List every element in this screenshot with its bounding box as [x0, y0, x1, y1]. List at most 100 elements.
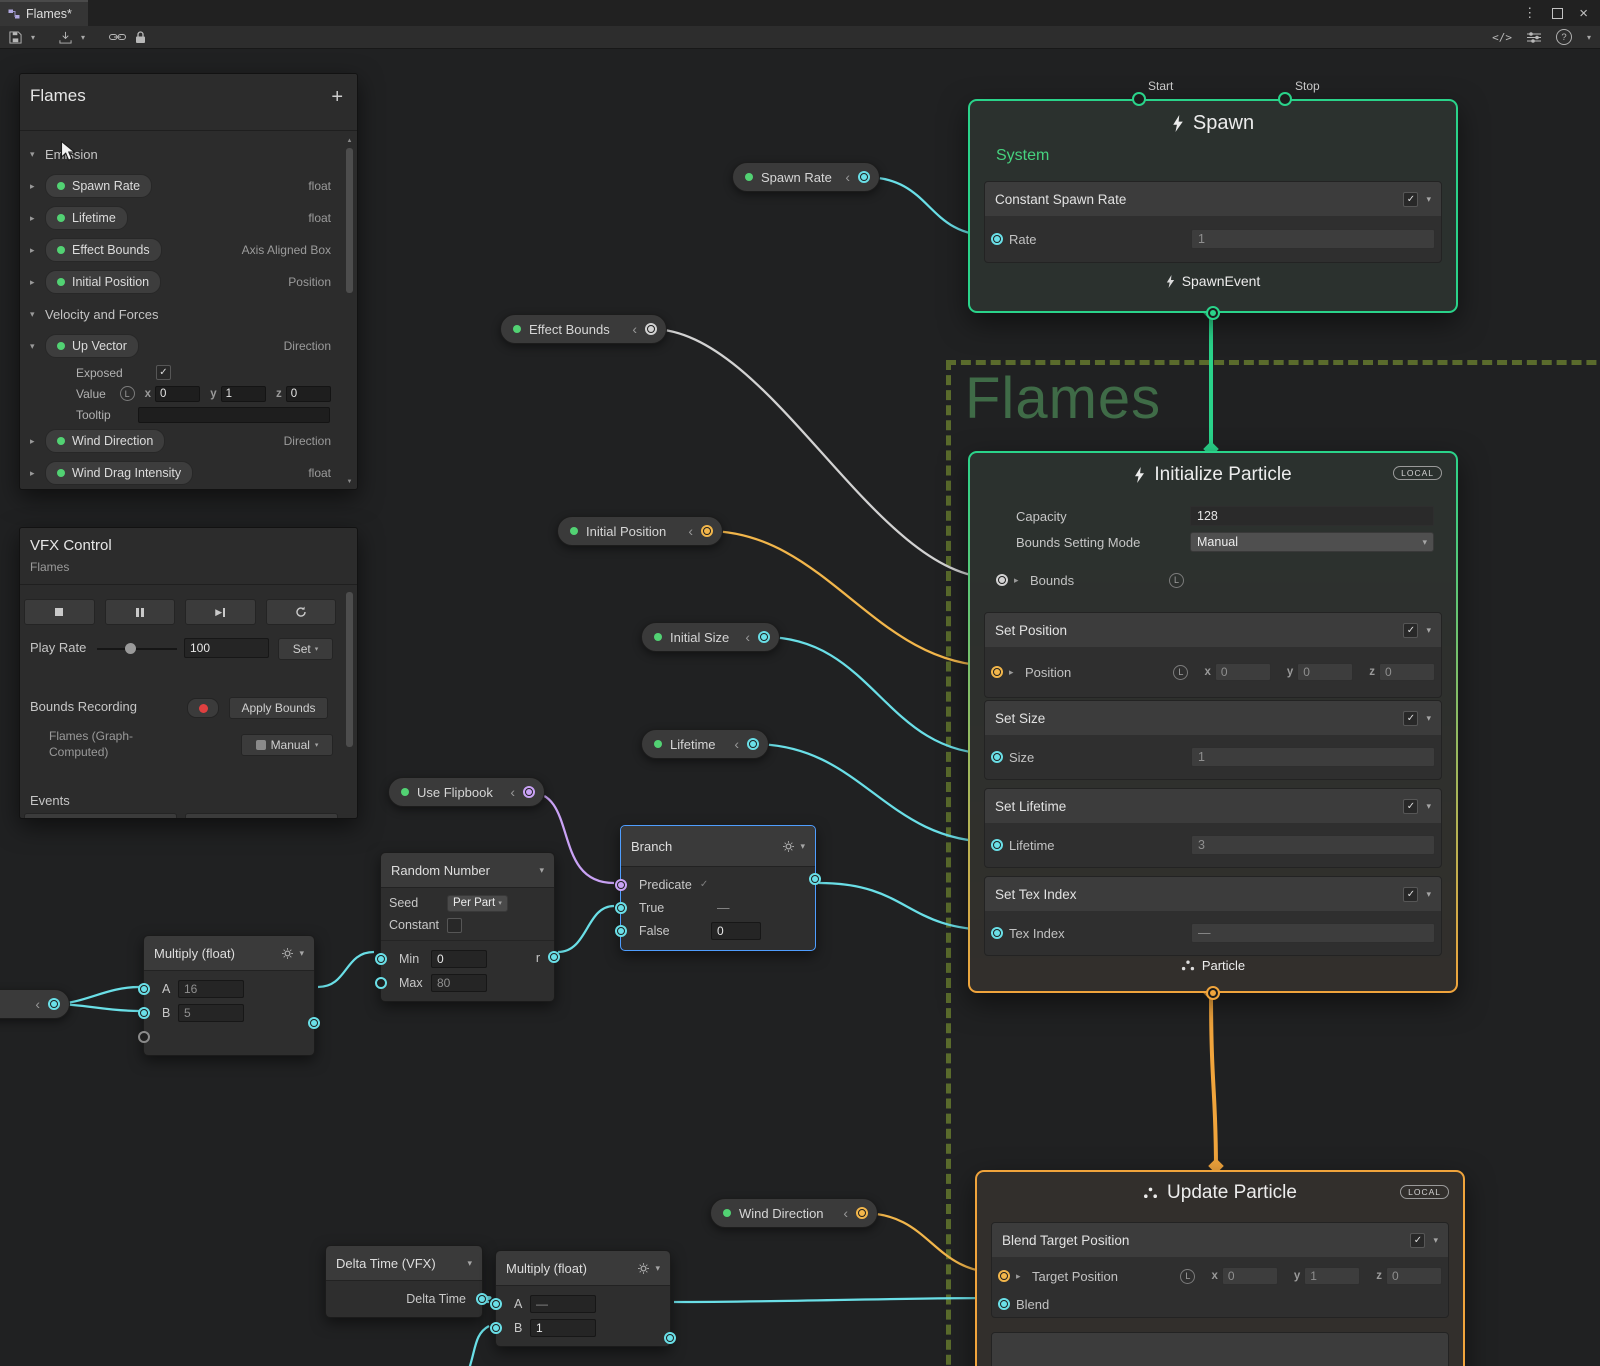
chevron-down-icon[interactable]: ▾	[1426, 889, 1431, 900]
collapse-icon[interactable]: ‹	[688, 523, 693, 539]
parameter-node-size[interactable]: Size ‹	[0, 989, 70, 1019]
apply-bounds-button[interactable]: Apply Bounds	[229, 697, 328, 719]
a-field[interactable]: —	[530, 1295, 596, 1313]
bounds-mode-dropdown[interactable]: Manual ▾	[241, 734, 333, 756]
block-enabled-checkbox[interactable]: ✓	[1403, 623, 1418, 638]
z-field[interactable]: 0	[286, 386, 331, 402]
block-enabled-checkbox[interactable]: ✓	[1410, 1233, 1425, 1248]
chevron-down-icon[interactable]: ▾	[299, 948, 304, 959]
space-toggle-icon[interactable]: L	[1180, 1269, 1195, 1284]
blackboard-section-velocity[interactable]: ▾ Velocity and Forces	[20, 298, 357, 330]
play-rate-slider-thumb[interactable]	[125, 643, 136, 654]
wire-offscreen-to-b[interactable]	[468, 1326, 489, 1366]
size-field[interactable]: 1	[1191, 747, 1435, 767]
chevron-down-icon[interactable]: ▾	[1426, 713, 1431, 724]
blackboard-item-lifetime[interactable]: ▸ Lifetime float	[20, 202, 357, 234]
pause-button[interactable]	[105, 599, 176, 625]
constant-checkbox[interactable]	[447, 918, 462, 933]
y-field[interactable]: 1	[1304, 1267, 1360, 1285]
play-rate-field[interactable]: 100	[184, 638, 269, 658]
blackboard-item-initial-position[interactable]: ▸ Initial Position Position	[20, 266, 357, 298]
chevron-down-icon[interactable]: ▾	[30, 341, 45, 352]
on-stop-button[interactable]: OnStop	[185, 813, 338, 819]
expander-icon[interactable]: ▸	[1009, 667, 1019, 678]
input-port-blend[interactable]	[998, 1298, 1010, 1310]
chevron-down-icon[interactable]: ▾	[467, 1258, 472, 1269]
chevron-down-icon[interactable]: ▾	[1433, 1235, 1438, 1246]
false-field[interactable]: 0	[711, 922, 761, 940]
bounds-mode-dropdown[interactable]: Manual▾	[1190, 532, 1434, 552]
z-field[interactable]: 0	[1386, 1267, 1442, 1285]
parameter-node-effect-bounds[interactable]: Effect Bounds ‹	[500, 314, 667, 344]
min-field[interactable]: 0	[431, 950, 487, 968]
tab-flames[interactable]: Flames*	[0, 0, 88, 26]
play-rate-slider-track[interactable]	[97, 648, 177, 650]
input-port-predicate[interactable]	[615, 879, 627, 891]
input-port-bounds[interactable]	[996, 574, 1008, 586]
restart-button[interactable]	[266, 599, 337, 625]
block-enabled-checkbox[interactable]: ✓	[1403, 887, 1418, 902]
block-enabled-checkbox[interactable]: ✓	[1403, 192, 1418, 207]
chevron-down-icon[interactable]: ▾	[30, 149, 45, 160]
input-port-false[interactable]	[615, 925, 627, 937]
maximize-icon[interactable]	[1552, 8, 1563, 19]
scroll-down-icon[interactable]: ▼	[345, 479, 354, 485]
output-port-position[interactable]	[701, 525, 713, 537]
blackboard-panel[interactable]: Flames + ▾ Emission ▸ Spawn Rate float ▸…	[19, 73, 358, 490]
capacity-field[interactable]: 128	[1190, 506, 1434, 526]
parameter-node-use-flipbook[interactable]: Use Flipbook ‹	[388, 777, 545, 807]
expander-icon[interactable]: ▸	[30, 213, 45, 224]
close-icon[interactable]: ×	[1579, 5, 1588, 22]
output-port-r[interactable]	[548, 951, 560, 963]
expander-icon[interactable]: ▸	[30, 245, 45, 256]
x-field[interactable]: 0	[155, 386, 200, 402]
z-field[interactable]: 0	[1379, 663, 1435, 681]
output-port[interactable]	[809, 873, 821, 885]
output-port-float[interactable]	[747, 738, 759, 750]
stop-button[interactable]	[24, 599, 95, 625]
output-port-bool[interactable]	[523, 786, 535, 798]
help-icon[interactable]: ?	[1556, 29, 1572, 45]
output-port[interactable]	[476, 1293, 488, 1305]
expander-icon[interactable]: ▸	[1016, 1271, 1026, 1282]
scrollbar-thumb[interactable]	[346, 592, 353, 747]
block-enabled-checkbox[interactable]: ✓	[1403, 799, 1418, 814]
chevron-down-icon[interactable]: ▾	[1426, 801, 1431, 812]
save-dropdown-icon[interactable]: ▾	[31, 33, 35, 42]
input-port-extra[interactable]	[138, 1031, 150, 1043]
input-port-a[interactable]	[490, 1298, 502, 1310]
input-port-min[interactable]	[375, 953, 387, 965]
lifetime-field[interactable]: 3	[1191, 835, 1435, 855]
code-view-icon[interactable]: </>	[1492, 31, 1512, 44]
step-button[interactable]: ▶	[185, 599, 256, 625]
input-port-b[interactable]	[138, 1007, 150, 1019]
collapse-icon[interactable]: ‹	[734, 736, 739, 752]
context-spawn[interactable]: Start Stop Spawn System Constant Spawn R…	[968, 99, 1458, 313]
b-field[interactable]: 5	[178, 1004, 244, 1022]
toolbar-dropdown-icon[interactable]: ▾	[1587, 33, 1591, 42]
block-set-lifetime[interactable]: Set Lifetime ✓ ▾ Lifetime 3	[984, 788, 1442, 868]
blackboard-item-wind-drag-intensity[interactable]: ▸ Wind Drag Intensity float	[20, 457, 357, 489]
input-port-position[interactable]	[991, 666, 1003, 678]
input-port-lifetime[interactable]	[991, 839, 1003, 851]
y-field[interactable]: 1	[221, 386, 266, 402]
parameter-node-spawn-rate[interactable]: Spawn Rate ‹	[732, 162, 880, 192]
expander-icon[interactable]: ▸	[30, 181, 45, 192]
output-port-float[interactable]	[758, 631, 770, 643]
parameter-node-initial-position[interactable]: Initial Position ‹	[557, 516, 723, 546]
block-set-size[interactable]: Set Size ✓ ▾ Size 1	[984, 700, 1442, 780]
space-toggle-icon[interactable]: L	[1173, 665, 1188, 680]
collapse-icon[interactable]: ‹	[845, 169, 850, 185]
flow-output-port-particle[interactable]	[1206, 986, 1220, 1000]
on-play-button[interactable]: OnPlay	[24, 813, 177, 819]
output-port[interactable]	[664, 1332, 676, 1344]
blackboard-item-spawn-rate[interactable]: ▸ Spawn Rate float	[20, 170, 357, 202]
operator-delta-time[interactable]: Delta Time (VFX) ▾ Delta Time	[325, 1245, 483, 1318]
expander-icon[interactable]: ▸	[1014, 575, 1024, 586]
set-button[interactable]: Set▾	[278, 638, 333, 660]
input-port-true[interactable]	[615, 902, 627, 914]
scrollbar-thumb[interactable]	[346, 148, 353, 293]
a-field[interactable]: 16	[178, 980, 244, 998]
input-port-a[interactable]	[138, 983, 150, 995]
parameter-node-lifetime[interactable]: Lifetime ‹	[641, 729, 769, 759]
